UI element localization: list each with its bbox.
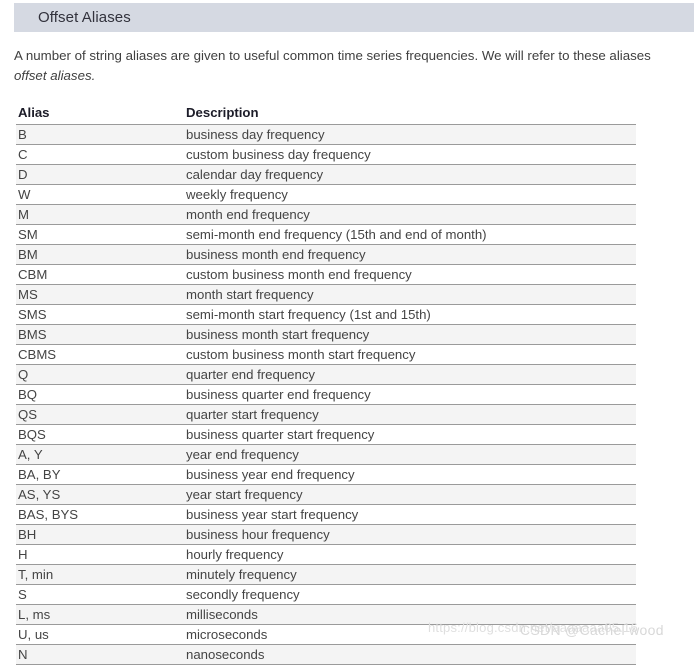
cell-description: year start frequency (102, 484, 636, 505)
table-row: Hhourly frequency (16, 544, 636, 565)
cell-description: minutely frequency (102, 564, 636, 585)
cell-description: microseconds (102, 624, 636, 645)
table-row: BAS, BYS business year start frequency (16, 504, 636, 525)
cell-alias: BAS, BYS (16, 504, 102, 525)
cell-description: business quarter start frequency (102, 424, 636, 445)
cell-description: hourly frequency (102, 544, 636, 565)
table-row: BQS business quarter start frequency (16, 424, 636, 445)
cell-alias: QS (16, 404, 102, 425)
cell-alias: C (16, 144, 102, 165)
cell-description: business day frequency (102, 124, 636, 145)
cell-alias: MS (16, 284, 102, 305)
cell-description: semi-month end frequency (15th and end o… (102, 224, 636, 245)
cell-alias: M (16, 204, 102, 225)
cell-description: business year end frequency (102, 464, 636, 485)
cell-description: quarter start frequency (102, 404, 636, 425)
table-row: CBM custom business month end frequency (16, 264, 636, 285)
intro-line-2: offset aliases. (14, 68, 96, 83)
cell-alias: SMS (16, 304, 102, 325)
table-row: T, min minutely frequency (16, 564, 636, 585)
cell-description: quarter end frequency (102, 364, 636, 385)
table-row: BH business hour frequency (16, 524, 636, 545)
cell-alias: BM (16, 244, 102, 265)
table-row: BMS business month start frequency (16, 324, 636, 345)
cell-alias: A, Y (16, 444, 102, 465)
intro-line-1: A number of string aliases are given to … (14, 48, 651, 63)
cell-description: business month end frequency (102, 244, 636, 265)
cell-alias: AS, YS (16, 484, 102, 505)
table-row: QS quarter start frequency (16, 404, 636, 425)
table-row: Bbusiness day frequency (16, 124, 636, 145)
cell-description: custom business month start frequency (102, 344, 636, 365)
table-body: Bbusiness day frequency Ccustom business … (16, 124, 636, 665)
table-row: CBMS custom business month start frequenc… (16, 344, 636, 365)
section-header-bar: Offset Aliases (14, 3, 694, 32)
cell-description: month end frequency (102, 204, 636, 225)
table-header-row: Alias Description (16, 105, 636, 125)
cell-description: business year start frequency (102, 504, 636, 525)
cell-alias: S (16, 584, 102, 605)
table-row: Ssecondly frequency (16, 584, 636, 605)
cell-description: business quarter end frequency (102, 384, 636, 405)
column-header-description: Description (102, 105, 636, 125)
cell-description: month start frequency (102, 284, 636, 305)
column-header-alias: Alias (16, 105, 102, 125)
cell-alias: Q (16, 364, 102, 385)
cell-alias: B (16, 124, 102, 145)
cell-alias: BMS (16, 324, 102, 345)
table-row: SM semi-month end frequency (15th and end… (16, 224, 636, 245)
cell-alias: L, ms (16, 604, 102, 625)
cell-description: custom business month end frequency (102, 264, 636, 285)
cell-alias: BA, BY (16, 464, 102, 485)
cell-description: milliseconds (102, 604, 636, 625)
cell-alias: BQ (16, 384, 102, 405)
cell-alias: BH (16, 524, 102, 545)
table-row: Wweekly frequency (16, 184, 636, 205)
cell-alias: T, min (16, 564, 102, 585)
cell-description: business month start frequency (102, 324, 636, 345)
cell-description: semi-month start frequency (1st and 15th… (102, 304, 636, 325)
table-row: U, us microseconds (16, 624, 636, 645)
table-row: Ccustom business day frequency (16, 144, 636, 165)
offset-alias-table: Alias Description Bbusiness day frequenc… (16, 105, 636, 665)
cell-description: calendar day frequency (102, 164, 636, 185)
cell-alias: W (16, 184, 102, 205)
cell-description: secondly frequency (102, 584, 636, 605)
table-row: BM business month end frequency (16, 244, 636, 265)
cell-description: year end frequency (102, 444, 636, 465)
cell-alias: BQS (16, 424, 102, 445)
table-header: Alias Description (16, 105, 636, 125)
table-row: Dcalendar day frequency (16, 164, 636, 185)
table-row: Mmonth end frequency (16, 204, 636, 225)
cell-alias: CBM (16, 264, 102, 285)
page-title: Offset Aliases (38, 9, 131, 26)
cell-description: weekly frequency (102, 184, 636, 205)
table-row: MS month start frequency (16, 284, 636, 305)
table-row: Qquarter end frequency (16, 364, 636, 385)
table-row: BQ business quarter end frequency (16, 384, 636, 405)
intro-paragraph: A number of string aliases are given to … (14, 46, 694, 86)
table-row: AS, YS year start frequency (16, 484, 636, 505)
cell-alias: U, us (16, 624, 102, 645)
cell-alias: H (16, 544, 102, 565)
table-row: SMS semi-month start frequency (1st and 1… (16, 304, 636, 325)
table-row: L, ms milliseconds (16, 604, 636, 625)
table-row: A, Yyear end frequency (16, 444, 636, 465)
table-row: BA, BY business year end frequency (16, 464, 636, 485)
cell-description: business hour frequency (102, 524, 636, 545)
cell-alias: CBMS (16, 344, 102, 365)
cell-alias: SM (16, 224, 102, 245)
cell-description: custom business day frequency (102, 144, 636, 165)
cell-alias: D (16, 164, 102, 185)
